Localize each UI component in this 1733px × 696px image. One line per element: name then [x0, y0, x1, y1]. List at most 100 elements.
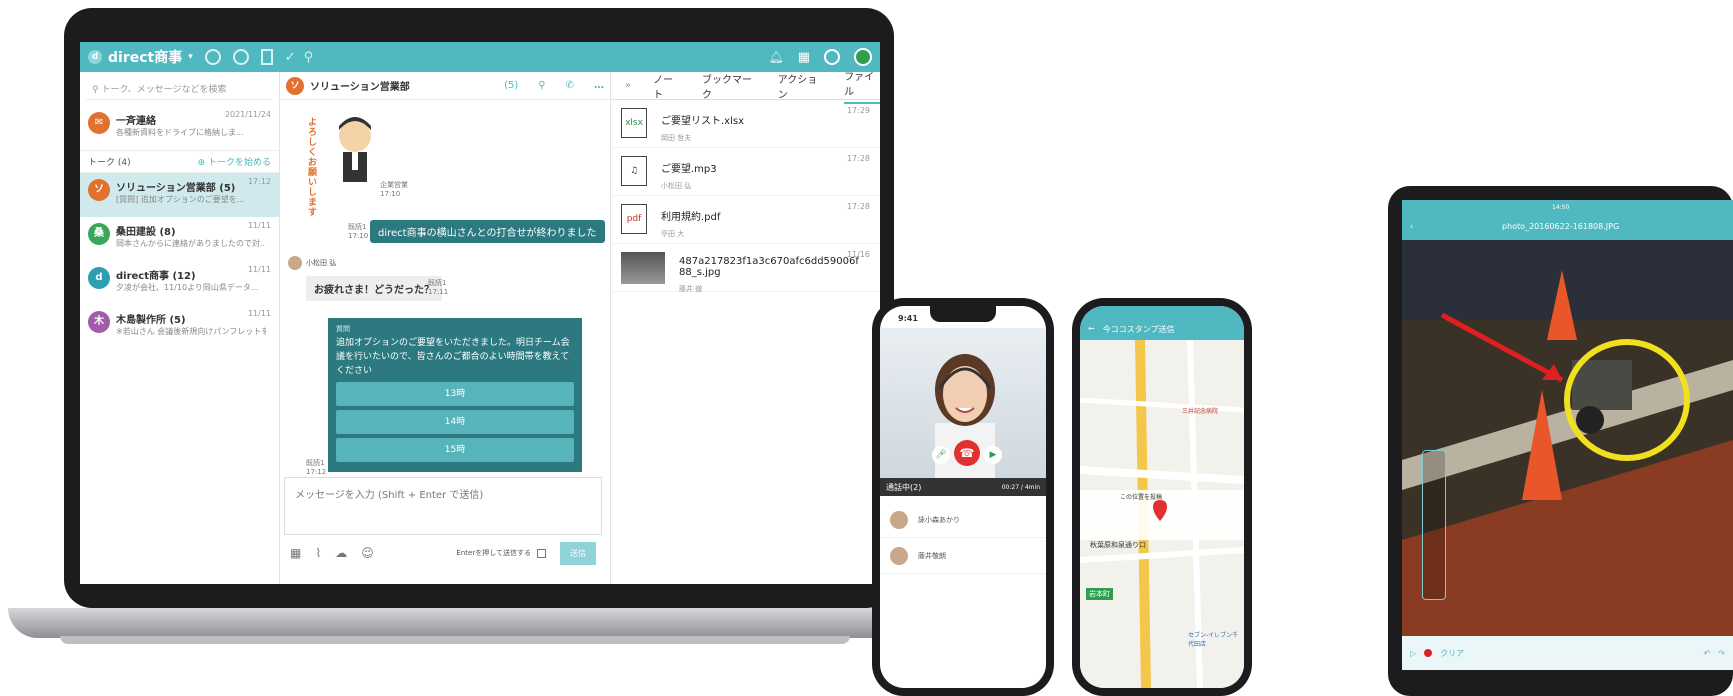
hangup-button[interactable]: ☎	[954, 440, 980, 466]
participant-avatar	[890, 546, 908, 565]
option-button[interactable]: 13時	[336, 382, 574, 406]
msg1-time: 17:10	[348, 232, 369, 240]
mute-button[interactable]: 🎤︎	[932, 446, 950, 464]
photo-canvas[interactable]	[1402, 240, 1733, 636]
message-bubble-own: direct商事の横山さんとの打合せが終わりました	[370, 220, 605, 243]
talk-item[interactable]: 桑 桑田建設 (8) 岡本さんからに連絡がありましたので対... 11/11	[80, 217, 279, 261]
talk-section-header: トーク (4) ⊕ トークを始める	[80, 150, 279, 173]
tool-icon[interactable]: ⚲	[304, 50, 314, 65]
address-label: この位置を投稿	[1120, 494, 1163, 501]
cloud-icon[interactable]: ☁	[335, 546, 347, 560]
back-icon[interactable]: ←	[1088, 324, 1095, 340]
start-talk-label: トークを始める	[207, 158, 271, 168]
enter-send-checkbox[interactable]	[537, 548, 546, 558]
attach-icon[interactable]: ⌇	[315, 546, 321, 560]
broadcast-item[interactable]: ✉ 一斉連絡 各種新資料をドライブに格納しま... 2021/11/24	[80, 106, 279, 150]
more-icon[interactable]: …	[594, 80, 604, 91]
enter-send-label: Enterを押して送信する	[456, 549, 531, 557]
file-owner: 岡田 哲夫	[661, 134, 692, 142]
phone-map-screen: ← 今ココスタンプ送信 三井記念病院 この位置を投稿 秋葉原和泉通り口 岩本町 …	[1080, 306, 1244, 688]
message-input[interactable]: メッセージを入力 (Shift + Enter で送信)	[284, 477, 602, 535]
start-talk-button[interactable]: ⊕ トークを始める	[198, 155, 271, 168]
file-list: xlsx ご要望リスト.xlsx 岡田 哲夫 17:29 ♫ ご要望.mp3 小松…	[611, 100, 880, 293]
camera-button[interactable]: ▶	[984, 446, 1002, 464]
chevron-down-icon: ▾	[188, 52, 193, 62]
file-row[interactable]: 487a217823f1a3c670afc6dd59006f88_s.jpg 藤…	[611, 244, 880, 293]
tab-actions[interactable]: アクション	[778, 71, 822, 101]
talk-time: 11/11	[247, 265, 271, 274]
file-type-icon	[621, 252, 665, 284]
file-time: 17:29	[846, 106, 870, 115]
participant-row[interactable]: 詠小森あかり	[880, 502, 1046, 538]
top-bar: d direct商事 ▾ ✓ ⚲ 🔔︎ ▦	[80, 42, 880, 72]
chat-title: ソリューション営業部	[310, 82, 410, 93]
emoji-icon[interactable]: ☺	[361, 546, 374, 560]
task-icon[interactable]: ✓	[285, 50, 296, 65]
send-button[interactable]: 送信	[560, 541, 596, 565]
street-label: 秋葉原和泉通り口	[1090, 541, 1146, 549]
talk-list: ソ ソリューション営業部 (5) [質問] 追加オプションのご要望を... 17…	[80, 173, 279, 349]
redo-icon[interactable]: ↷	[1718, 649, 1725, 658]
tab-bookmarks[interactable]: ブックマーク	[702, 71, 756, 101]
phone-icon[interactable]: ✆	[566, 80, 574, 91]
tab-notes[interactable]: ノート	[653, 71, 680, 101]
msg1-meta: 既読1	[348, 223, 367, 231]
apps-grid-icon[interactable]: ▦	[798, 50, 810, 65]
talk-item[interactable]: 木 木島製作所 (5) ※若山さん 会議後新規向けパンフレットを... 11/1…	[80, 305, 279, 349]
sender-name: 小松田 弘	[306, 259, 337, 267]
talk-avatar: d	[88, 267, 110, 289]
talk-time: 11/11	[247, 309, 271, 318]
contacts-icon[interactable]	[204, 49, 221, 65]
call-timer: 00:27 / 4min	[1001, 483, 1040, 491]
talk-preview: [質問] 追加オプションのご要望を...	[116, 195, 245, 204]
clear-button[interactable]: クリア	[1440, 648, 1464, 659]
file-owner: 小松田 弘	[661, 182, 692, 190]
file-row[interactable]: pdf 利用規約.pdf 亭田 大 17:28	[611, 196, 880, 244]
tablet-screen: 14:50 ‹ photo_20160622-161808.JPG ▷ クリア …	[1402, 200, 1733, 670]
file-row[interactable]: xlsx ご要望リスト.xlsx 岡田 哲夫 17:29	[611, 100, 880, 148]
bell-icon[interactable]: 🔔︎	[768, 50, 783, 64]
color-red-button[interactable]	[1424, 649, 1433, 657]
msg2-time: 17:11	[428, 288, 449, 296]
avatar[interactable]	[854, 48, 872, 66]
collapse-icon[interactable]: »	[625, 80, 631, 91]
question-label: 質問	[336, 325, 350, 333]
document-icon[interactable]	[260, 49, 273, 65]
question-text: 追加オプションのご要望をいただきました。明日チーム会議を行いたいので、皆さんのご…	[336, 338, 570, 376]
option-button[interactable]: 14時	[336, 410, 574, 434]
talk-item[interactable]: d direct商事 (12) 夕凌が会社、11/10より岡山県データ... 1…	[80, 261, 279, 305]
undo-icon[interactable]: ↶	[1704, 649, 1711, 658]
talk-item[interactable]: ソ ソリューション営業部 (5) [質問] 追加オプションのご要望を... 17…	[80, 173, 279, 217]
file-type-icon: ♫	[621, 156, 647, 186]
pen-icon[interactable]: ▷	[1410, 649, 1416, 658]
talk-section-label: トーク (4)	[88, 158, 131, 168]
participant-row[interactable]: 藤井敬朗	[880, 538, 1046, 574]
talk-icon[interactable]	[232, 49, 249, 65]
file-owner: 亭田 大	[661, 230, 685, 238]
workspace-switcher[interactable]: d direct商事 ▾	[88, 47, 193, 67]
option-button[interactable]: 15時	[336, 438, 574, 462]
sticker: よろしくお願いします	[308, 108, 380, 218]
file-type-icon: xlsx	[621, 108, 647, 138]
apps-icon[interactable]: ▦	[290, 546, 301, 560]
talk-name: ソリューション営業部 (5)	[116, 183, 236, 194]
sidebar: ⚲ トーク、メッセージなどを検索 ✉ 一斉連絡 各種新資料をドライブに格納しま.…	[80, 72, 280, 584]
file-name: ご要望.mp3	[661, 164, 717, 175]
store-label: セブン-イレブン千代田店	[1188, 632, 1239, 648]
sender-row: 小松田 弘	[288, 256, 336, 270]
question-card: 質問 追加オプションのご要望をいただきました。明日チーム会議を行いたいので、皆さ…	[328, 318, 582, 472]
back-icon[interactable]: ‹	[1410, 222, 1413, 231]
help-icon[interactable]	[824, 49, 840, 65]
call-status-bar: 通話中(2) 00:27 / 4min	[880, 478, 1046, 496]
files-pane: » ノート ブックマーク アクション ファイル xlsx ご要望リスト.xlsx…	[610, 72, 880, 584]
member-count[interactable]: (5)	[504, 80, 518, 91]
group-avatar: ソ	[286, 76, 304, 95]
tab-files[interactable]: ファイル	[844, 68, 880, 104]
search-input[interactable]: ⚲ トーク、メッセージなどを検索	[86, 78, 273, 100]
sticker-caption: よろしくお願いします	[308, 118, 318, 218]
talk-name: direct商事 (12)	[116, 271, 196, 282]
search-icon[interactable]: ⚲	[538, 80, 545, 91]
workspace-name: direct商事	[108, 50, 183, 66]
file-row[interactable]: ♫ ご要望.mp3 小松田 弘 17:28	[611, 148, 880, 196]
file-name: 利用規約.pdf	[661, 212, 721, 223]
